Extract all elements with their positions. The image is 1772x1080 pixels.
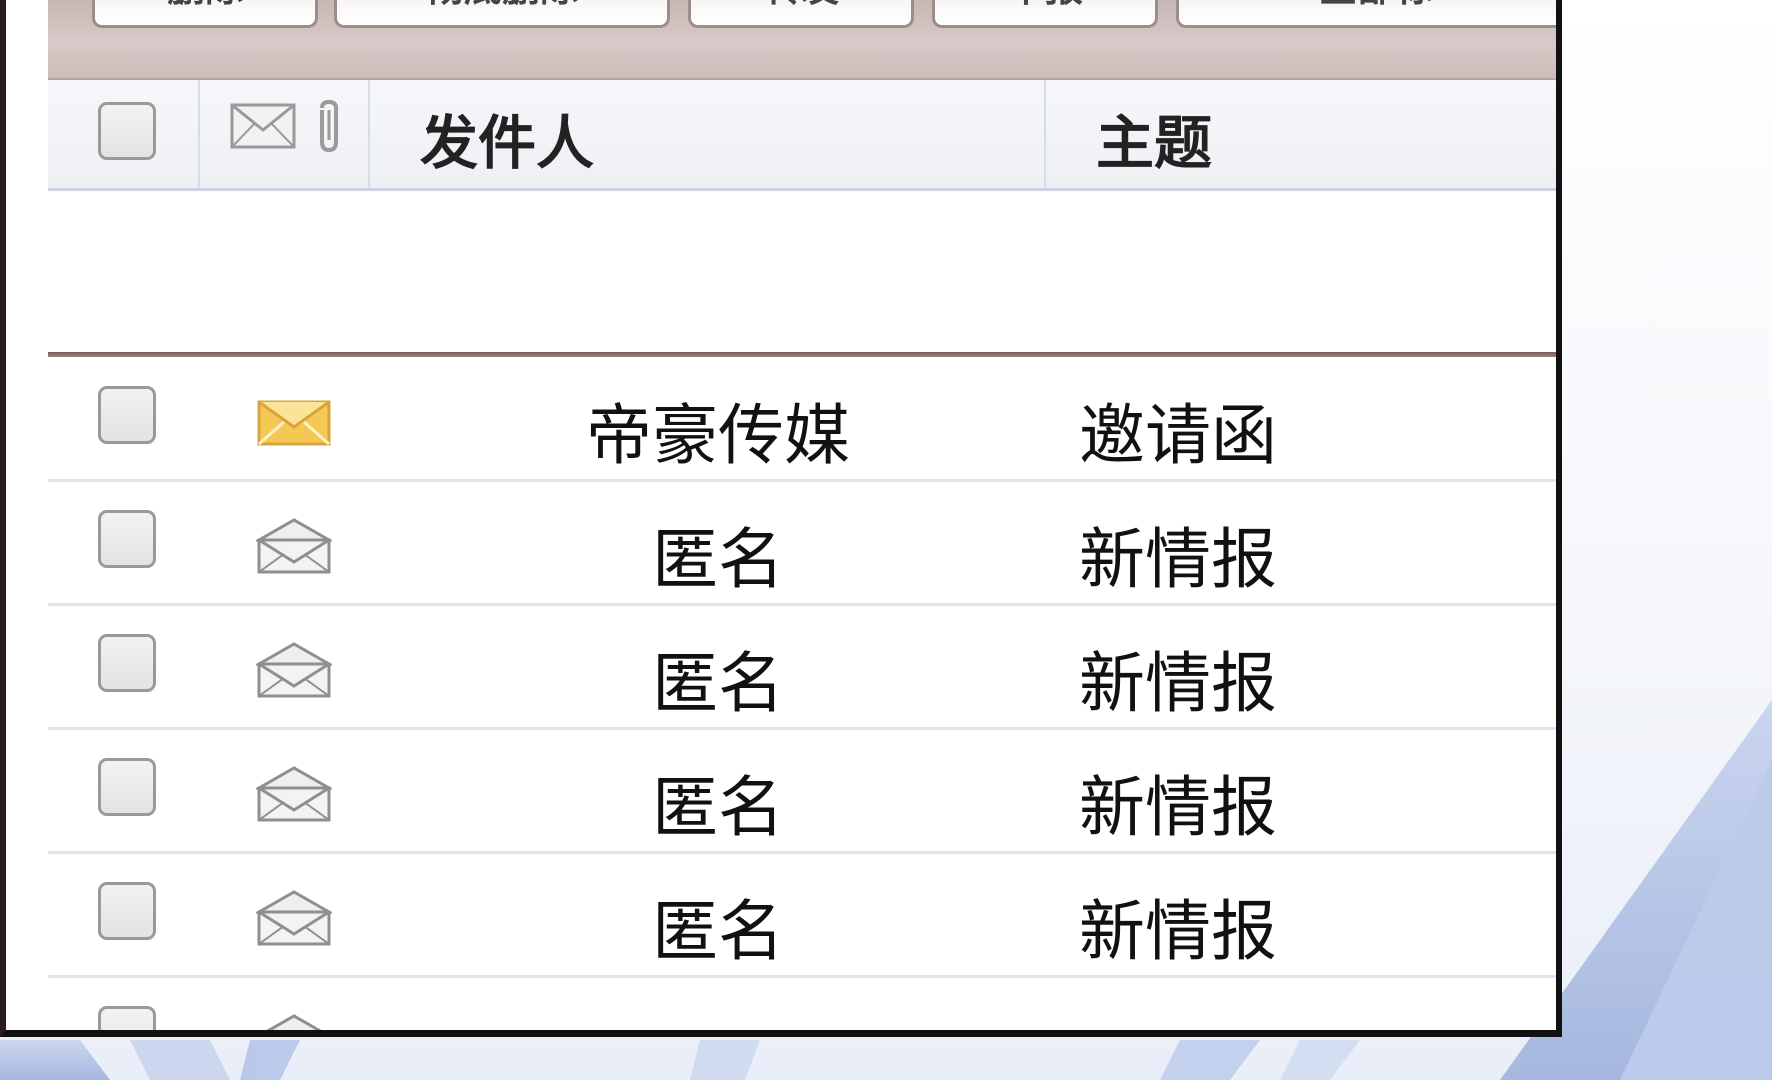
permanent-delete-button[interactable]: 彻底删除 [334,0,670,28]
row-checkbox[interactable] [98,634,156,692]
message-subject[interactable]: 新情报 [948,506,1408,602]
envelope-open-icon [256,518,332,574]
mail-client-window: 删除 彻底删除 转发 举报 全部标 发件人 主题 [0,0,1562,1037]
row-checkbox[interactable] [98,1006,156,1030]
paperclip-icon[interactable] [312,98,346,156]
mark-all-button[interactable]: 全部标 [1176,0,1556,28]
row-checkbox[interactable] [98,510,156,568]
message-list-header: 发件人 主题 [48,80,1556,191]
message-sender: 匿名 [652,521,784,598]
envelope-open-icon [266,1014,322,1030]
envelope-open-icon [256,890,332,946]
message-row[interactable]: 匿名 新情报 [48,730,1556,854]
mail-toolbar: 删除 彻底删除 转发 举报 全部标 [48,0,1556,80]
sender-column-header[interactable]: 发件人 [420,96,594,180]
column-separator [368,80,370,188]
forward-button[interactable]: 转发 [688,0,914,28]
message-sender: 帝豪传媒 [586,397,850,474]
list-divider [48,352,1556,357]
row-checkbox[interactable] [98,882,156,940]
message-sender: 匿名 [652,645,784,722]
row-checkbox[interactable] [98,758,156,816]
message-subject[interactable]: 新情报 [948,878,1408,974]
message-sender: 匿名 [652,769,784,846]
column-separator [1044,80,1046,188]
row-checkbox[interactable] [98,386,156,444]
delete-button[interactable]: 删除 [92,0,318,28]
message-sender: 匿名 [652,893,784,970]
message-row[interactable]: 匿名 新情报 [48,482,1556,606]
message-subject[interactable]: 新情报 [948,754,1408,850]
message-row[interactable]: 匿名 新情报 [48,854,1556,978]
message-row[interactable]: 匿名 新情报 [48,606,1556,730]
envelope-closed-icon [257,400,331,446]
column-separator [198,80,200,188]
subject-column-header[interactable]: 主题 [1096,96,1212,180]
message-row-partial[interactable] [48,978,1556,1030]
select-all-checkbox[interactable] [98,102,156,160]
message-subject[interactable]: 邀请函 [948,382,1408,478]
envelope-icon[interactable] [230,102,296,150]
envelope-open-icon [256,642,332,698]
message-row[interactable]: 帝豪传媒 邀请函 [48,358,1556,482]
report-button[interactable]: 举报 [932,0,1158,28]
message-subject[interactable]: 新情报 [948,630,1408,726]
envelope-open-icon [256,766,332,822]
